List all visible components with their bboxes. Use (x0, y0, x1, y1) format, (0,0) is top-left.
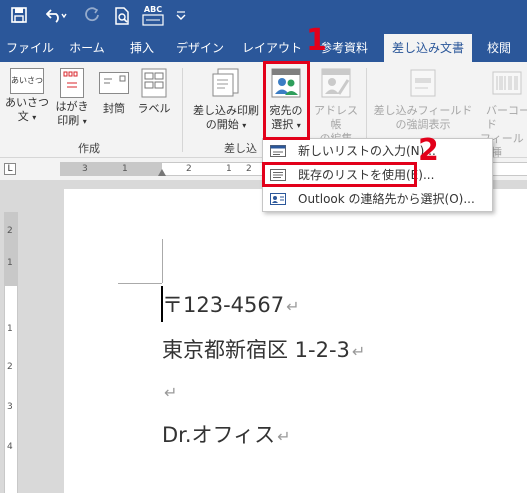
save-icon[interactable] (8, 7, 30, 27)
start-merge-icon (210, 68, 242, 98)
greeting-card-icon: あいさつ (10, 68, 44, 94)
spelling-icon-text: ABC (143, 5, 163, 14)
create-group-label: 作成 (78, 142, 100, 155)
group-separator (182, 68, 183, 152)
highlight-select-recipients (263, 61, 310, 140)
redo-icon[interactable] (82, 7, 102, 27)
ribbon-tabs: ファイル ホーム 挿入 デザイン レイアウト 参考資料 差し込み文書 校閲 (0, 34, 527, 62)
callout-step-1: 1 (306, 23, 327, 58)
menu-item-outlook-contacts[interactable]: Outlook の連絡先から選択(O)... (264, 188, 492, 210)
greeting-button[interactable]: あいさつ あいさつ 文 ▾ (4, 68, 50, 125)
ruler-tick: 1 (7, 258, 13, 268)
quick-access-toolbar: ABC (0, 0, 527, 34)
tab-review[interactable]: 校閲 (478, 34, 520, 62)
name-text: Dr.オフィス (162, 423, 276, 447)
spelling-icon[interactable]: ABC (141, 5, 165, 26)
doc-line-postal[interactable]: 〒123-4567 ↵ (162, 289, 300, 319)
postcard-label-line2: 印刷 (57, 114, 80, 127)
ruler-tick: 3 (82, 164, 88, 174)
ruler-margin-shade (60, 163, 162, 175)
highlight-fields-line2: の強調表示 (395, 118, 451, 131)
vertical-ruler-shade (5, 212, 17, 286)
highlight-merge-fields-button[interactable]: 差し込みフィールド の強調表示 (370, 68, 476, 132)
paragraph-mark: ↵ (164, 383, 178, 402)
outlook-contacts-icon (270, 193, 286, 205)
doc-line-empty[interactable]: ↵ (162, 379, 177, 403)
menu-item-new-list[interactable]: 新しいリストの入力(N)... (264, 140, 492, 162)
tab-layout[interactable]: レイアウト (240, 34, 304, 62)
tab-home[interactable]: ホーム (64, 34, 110, 62)
postcard-print-button[interactable]: はがき 印刷 ▾ (52, 68, 92, 129)
chevron-down-icon: ▾ (32, 113, 37, 122)
highlight-fields-line1: 差し込みフィールド (373, 104, 473, 117)
paragraph-mark: ↵ (277, 427, 291, 446)
ruler-tick: 2 (246, 164, 252, 174)
greeting-label-line1: あいさつ (5, 96, 49, 109)
start-mail-merge-button[interactable]: 差し込み印刷 の開始 ▾ (188, 68, 264, 133)
postcard-icon (60, 68, 84, 98)
tab-file[interactable]: ファイル (4, 34, 56, 62)
print-preview-icon[interactable] (112, 7, 132, 27)
envelope-label: 封筒 (103, 102, 125, 115)
vertical-ruler[interactable]: 2 1 1 2 3 4 (4, 212, 18, 493)
ruler-tick: 2 (7, 362, 13, 372)
menu-item-label: 新しいリストの入力(N)... (298, 144, 436, 158)
label-sheet-icon (141, 68, 167, 98)
tab-stop-selector[interactable]: L (4, 163, 16, 175)
new-list-icon (270, 145, 286, 157)
menu-item-label: Outlook の連絡先から選択(O)... (298, 192, 475, 206)
doc-line-address[interactable]: 東京都新宿区 1-2-3 ↵ (162, 334, 365, 364)
ruler-tick: 3 (7, 402, 13, 412)
margin-guide (162, 239, 163, 283)
ruler-tick: 1 (122, 164, 128, 174)
callout-step-2: 2 (418, 133, 439, 168)
ruler-tick: 4 (7, 442, 13, 452)
envelope-icon (99, 72, 129, 94)
envelope-button[interactable]: 封筒 (94, 68, 134, 116)
ruler-tick: 2 (186, 164, 192, 174)
ruler-tick: 2 (7, 226, 13, 236)
label-button[interactable]: ラベル (134, 68, 174, 116)
doc-line-name[interactable]: Dr.オフィス ↵ (162, 419, 291, 449)
postcard-label-line1: はがき (55, 100, 89, 113)
edit-list-line1: アドレス帳 (314, 104, 358, 131)
label-button-label: ラベル (137, 102, 171, 115)
customize-qat-icon[interactable] (174, 7, 188, 27)
barcode-icon (492, 68, 522, 98)
undo-icon[interactable] (44, 7, 70, 27)
edit-list-icon (321, 68, 351, 98)
ruler-tick: 1 (226, 164, 232, 174)
greeting-label-line2: 文 (17, 110, 29, 123)
chevron-down-icon: ▾ (82, 117, 87, 126)
tab-insert[interactable]: 挿入 (122, 34, 162, 62)
indent-marker[interactable] (158, 169, 166, 176)
margin-guide (118, 283, 162, 284)
tab-mailings[interactable]: 差し込み文書 (384, 34, 472, 62)
start-group-label: 差し込 (224, 142, 257, 155)
paragraph-mark: ↵ (351, 342, 366, 361)
edit-recipient-list-button[interactable]: アドレス帳 の編集 (310, 68, 362, 146)
highlight-fields-icon (408, 68, 438, 98)
document-page[interactable]: 〒123-4567 ↵ 東京都新宿区 1-2-3 ↵ ↵ Dr.オフィス ↵ (64, 189, 527, 493)
start-merge-label-line1: 差し込み印刷 (193, 104, 259, 117)
start-merge-label-line2: の開始 (205, 118, 239, 131)
postal-code-text: 〒123-4567 (162, 293, 285, 317)
paragraph-mark: ↵ (286, 297, 300, 316)
highlight-existing-list (262, 162, 417, 187)
tab-design[interactable]: デザイン (172, 34, 228, 62)
ruler-tick: 1 (7, 324, 13, 334)
address-text: 東京都新宿区 1-2-3 (162, 338, 350, 362)
barcode-line1: バーコード (486, 104, 527, 131)
chevron-down-icon: ▾ (242, 121, 247, 130)
